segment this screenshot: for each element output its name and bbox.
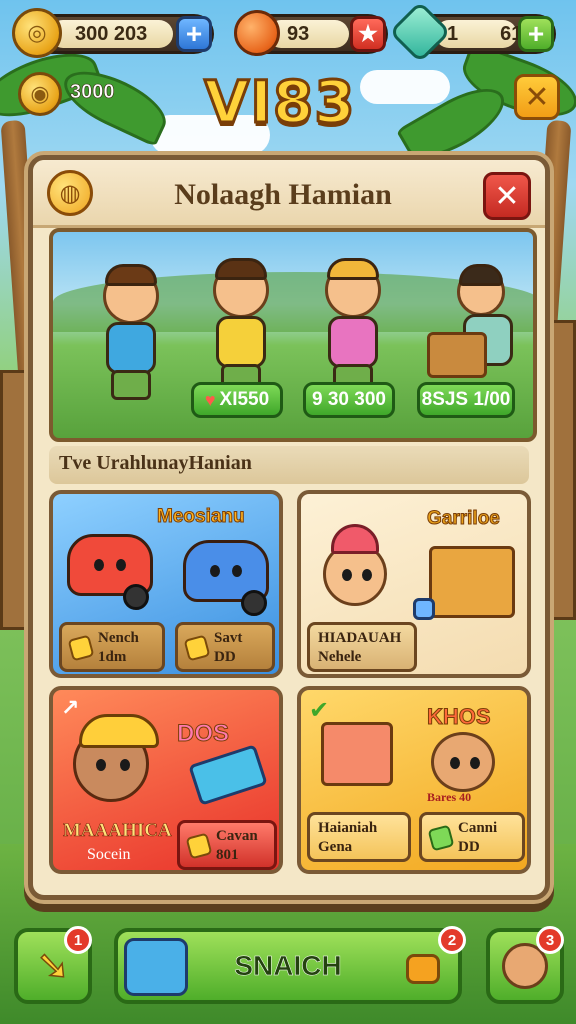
gift-box-icon	[429, 546, 515, 618]
ticket-icon	[183, 634, 211, 662]
add-gem-button[interactable]: +	[518, 16, 554, 52]
ball-icon	[234, 10, 280, 56]
gifts-line-2: Nehele	[318, 649, 362, 665]
heart-icon: ♥	[204, 389, 216, 410]
card-chest[interactable]: ✔ KHOS Bares 40 Haianiah Gena Canni DD	[297, 686, 531, 874]
hero-line-1: MAAAHICA	[63, 820, 172, 842]
snatch-button[interactable]: SNAICH	[114, 928, 462, 1004]
add-gold-button[interactable]: +	[176, 16, 212, 52]
close-game-icon[interactable]: ✕	[514, 74, 560, 120]
add-ball-button[interactable]: ★	[350, 16, 386, 52]
currency-gold-value: 300 203	[75, 22, 148, 45]
card-hero-title: DOS	[176, 720, 230, 748]
arrow-icon: ↗	[61, 696, 80, 721]
price-3-label: 8SJS 1/00	[421, 389, 511, 410]
ticket-icon	[185, 832, 213, 860]
treasure-box-icon	[427, 332, 487, 378]
toy-block-icon	[413, 598, 435, 620]
fruit-icon: ◍	[47, 170, 93, 216]
pet-badge: 3	[536, 926, 564, 954]
chest-icon	[321, 722, 393, 786]
panel-header: ◍ Nolaagh Hamian ✕	[33, 160, 545, 228]
hero-tag[interactable]: Cavan 801	[177, 820, 277, 870]
featured-scene: ♥ XI550 9 30 300 8SJS 1/00	[49, 228, 537, 442]
price-pill-2[interactable]: 9 30 300	[303, 382, 395, 418]
back-arrow-icon: ➘	[35, 942, 70, 990]
wheel-icon	[241, 590, 267, 616]
coin-icon: ◉	[18, 72, 62, 116]
hat-icon	[79, 714, 159, 748]
party-hat-icon	[331, 524, 379, 554]
leaf-icon	[427, 824, 455, 852]
wheel-icon	[123, 584, 149, 610]
currency-gem-left-value: 1	[447, 22, 459, 45]
character-face-icon	[431, 732, 495, 792]
card-gifts[interactable]: Garriloe HIADAUAH Nehele	[297, 490, 531, 678]
hero-tag-label: Cavan 801	[216, 828, 258, 863]
card-gifts-title: Garriloe	[427, 508, 501, 530]
chest-line-2: Gena	[318, 839, 353, 855]
check-icon: ✔	[309, 696, 330, 724]
back-badge: 1	[64, 926, 92, 954]
card-hero[interactable]: ↗ DOS MAAAHICA Socein Cavan 801	[49, 686, 283, 874]
gifts-line-1: HIADAUAH	[318, 630, 402, 646]
horn-icon	[406, 954, 440, 984]
vehicles-tag-1[interactable]: Nench 1dm	[59, 622, 165, 672]
gold-coin-icon: ◎	[12, 8, 62, 58]
chest-line-1: Haianiah	[318, 820, 378, 836]
card-chest-title: KHOS	[427, 704, 492, 730]
snatch-label: SNAICH	[234, 950, 342, 982]
chest-sub: Bares 40	[427, 790, 472, 804]
price-pill-3[interactable]: 8SJS 1/00	[417, 382, 515, 418]
snatch-badge: 2	[438, 926, 466, 954]
cards-icon	[188, 744, 268, 806]
game-title: VI83	[203, 67, 356, 138]
vehicles-tag-2[interactable]: Savt DD	[175, 622, 275, 672]
coin-counter-value: 3000	[70, 80, 115, 103]
chest-tag-1[interactable]: Haianiah Gena	[307, 812, 411, 862]
card-vehicles[interactable]: Meosianu Nench 1dm Savt DD	[49, 490, 283, 678]
hut	[0, 370, 30, 630]
price-pill-1[interactable]: ♥ XI550	[191, 382, 283, 418]
chest-tag-2-label: Canni DD	[458, 820, 498, 855]
panel-title: Nolaagh Hamian	[174, 178, 392, 211]
vehicles-tag-2-label: Savt DD	[214, 630, 243, 665]
price-1-label: XI550	[219, 389, 270, 410]
pet-portrait-icon	[124, 938, 188, 996]
ticket-icon	[67, 634, 95, 662]
hut	[548, 320, 576, 620]
card-vehicles-title: Meosianu	[157, 506, 246, 528]
vehicles-tag-1-label: Nench 1dm	[98, 630, 139, 665]
hero-line-2: Socein	[87, 846, 131, 863]
gifts-tag[interactable]: HIADAUAH Nehele	[307, 622, 417, 672]
currency-ball-value: 93	[287, 22, 310, 45]
shop-panel: ◍ Nolaagh Hamian ✕ ♥ XI550 9 30 300 8SJS…	[28, 155, 550, 900]
section-heading: Tve UrahlunayHanian	[49, 446, 529, 484]
price-2-label: 9 30 300	[312, 389, 386, 410]
close-panel-button[interactable]: ✕	[483, 172, 531, 220]
chest-tag-2[interactable]: Canni DD	[419, 812, 525, 862]
